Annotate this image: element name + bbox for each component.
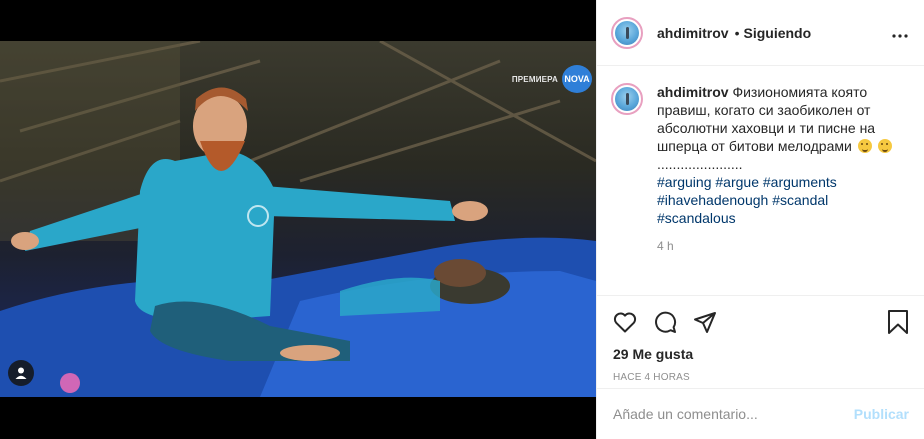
caption: ahdimitrov Физиономията която правиш, ко… bbox=[611, 83, 909, 255]
posted-time[interactable]: HACE 4 HORAS bbox=[613, 372, 909, 383]
premiere-label: ПРЕМИЕРА bbox=[511, 74, 558, 84]
caption-username[interactable]: ahdimitrov bbox=[657, 84, 729, 100]
comment-input[interactable] bbox=[613, 406, 854, 422]
action-icons bbox=[613, 296, 909, 348]
header-separator: • bbox=[734, 24, 740, 41]
hashtags: #arguing #argue #arguments #ihavehadenou… bbox=[657, 173, 907, 227]
grimacing-emoji-icon bbox=[857, 139, 872, 153]
comment-icon[interactable] bbox=[653, 310, 677, 334]
post-photo: ПРЕМИЕРА NOVA bbox=[0, 41, 596, 397]
caption-dots: ...................... bbox=[657, 156, 743, 172]
caption-avatar[interactable] bbox=[611, 83, 643, 115]
hashtag-link[interactable]: #arguing bbox=[657, 174, 712, 190]
post-media[interactable]: ПРЕМИЕРА NOVA bbox=[0, 0, 596, 439]
user-tag-button[interactable] bbox=[8, 360, 34, 386]
post-actions: 29 Me gusta HACE 4 HORAS bbox=[597, 295, 924, 383]
header-username[interactable]: ahdimitrov bbox=[657, 25, 729, 41]
hashtag-link[interactable]: #arguments bbox=[763, 174, 837, 190]
photo-illustration bbox=[0, 41, 596, 397]
caption-body: ahdimitrov Физиономията която правиш, ко… bbox=[657, 83, 907, 255]
avatar[interactable] bbox=[611, 16, 643, 49]
post-header: ahdimitrov • Siguiendo bbox=[597, 0, 924, 66]
caption-time[interactable]: 4 h bbox=[657, 237, 907, 255]
more-options-icon[interactable] bbox=[892, 22, 908, 43]
share-icon[interactable] bbox=[693, 310, 717, 334]
add-comment-bar: Publicar bbox=[597, 388, 924, 439]
user-tag-icon bbox=[14, 366, 28, 380]
publish-button[interactable]: Publicar bbox=[854, 406, 909, 422]
hashtag-link[interactable]: #scandal bbox=[772, 192, 828, 208]
post-details-panel: ahdimitrov • Siguiendo ahdimitrov Физион… bbox=[596, 0, 924, 439]
comments-section: ahdimitrov Физиономията която правиш, ко… bbox=[597, 67, 924, 295]
heart-icon[interactable] bbox=[613, 311, 637, 333]
bookmark-icon[interactable] bbox=[887, 309, 909, 335]
hashtag-link[interactable]: #argue bbox=[715, 174, 759, 190]
grinning-emoji-icon bbox=[877, 139, 892, 153]
channel-logo: ПРЕМИЕРА NOVA bbox=[512, 65, 592, 93]
likes-count[interactable]: 29 Me gusta bbox=[613, 346, 909, 362]
hashtag-link[interactable]: #scandalous bbox=[657, 210, 736, 226]
nova-logo: NOVA bbox=[562, 65, 592, 93]
follow-status-button[interactable]: Siguiendo bbox=[743, 25, 811, 41]
hashtag-link[interactable]: #ihavehadenough bbox=[657, 192, 768, 208]
